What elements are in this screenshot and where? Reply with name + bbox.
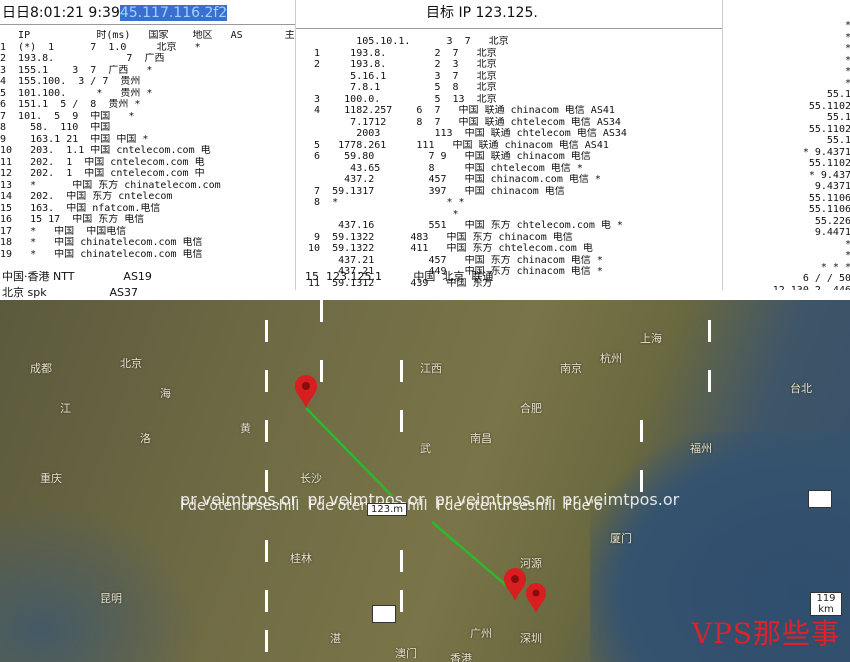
hop-row: * — [826, 43, 850, 54]
hop-row: 55.1 — [814, 135, 850, 146]
target-header: 日日8:01:21 9:3945.117.116.2f2 — [2, 2, 228, 22]
hop-row: 105.10.1. 3 7 北京 — [296, 36, 509, 47]
scale-label: 123.m — [367, 503, 408, 516]
hop-list-middle: 105.10.1. 3 7 北京 1 193.8. 2 7 北京 2 193.8… — [296, 36, 726, 290]
traceroute-window-middle: 目标 IP 123.125. 105.10.1. 3 7 北京 1 193.8.… — [295, 0, 726, 290]
hop-row: * — [820, 66, 850, 77]
hop-row: * — [820, 31, 850, 43]
hop-row: 17 * 中国 中国电信 — [0, 225, 127, 237]
hop-row: 1 193.8. 2 7 北京 — [296, 47, 497, 59]
hop-row: 15 163. 中国 nfatcom.电信 — [0, 202, 161, 214]
hop-row: * 9.4371 — [790, 146, 850, 158]
header-divider — [0, 24, 300, 25]
hop-row: 6 151.1 5 / 8 贵州 * — [0, 99, 141, 110]
hop-row: 6 59.80 7 9 中国 联通 chinacom 电信 — [296, 151, 591, 162]
hop-row: 43.65 8 中国 chtelecom 电信 * — [296, 162, 583, 174]
traceroute-window-left: 日日8:01:21 9:3945.117.116.2f2 IP 时(ms) 国家… — [0, 0, 300, 300]
asn-footer: 中国·香港 NTT AS19 北京 spk AS37 — [2, 270, 152, 299]
hop-list: IP 时(ms) 国家 地区 AS 主机 1 (*) 1 7 1.0 北京 * 2 … — [0, 30, 300, 260]
hop-row: 11 202. 1 中国 cntelecom.com 电 — [0, 156, 205, 168]
hop-row: 12 130.2 446 — [760, 284, 850, 291]
hop-row: 13 * 中国 东方 chinatelecom.com — [0, 179, 221, 191]
traceroute-window-right: * * * * * * 55.1 55.1102 55.1 55.1102 55… — [722, 0, 850, 290]
hop-row: 6 / / 50 — [790, 273, 850, 284]
hop-row: 5.16.1 3 7 北京 — [296, 70, 497, 82]
hop-row: 1 (*) 1 7 1.0 北京 * — [0, 41, 201, 53]
route-overlay — [295, 375, 546, 613]
hop-row: 3 155.1 3 7 广西 * — [0, 64, 153, 76]
hop-row: 55.1102 — [796, 123, 850, 135]
hop-row: * * * — [802, 261, 850, 273]
hop-row: 437.2 457 中国 chinacom.com 电信 * — [296, 174, 601, 185]
hop-row: 5 1778.261 111 中国 联通 chinacom 电信 AS41 — [296, 139, 609, 151]
hop-row: 9 163.1 21 中国 中国 * — [0, 133, 149, 145]
route-segment-2 — [431, 521, 515, 593]
route-segment-1 — [305, 407, 393, 497]
hop-row: * — [296, 208, 459, 220]
map-pin-icon[interactable] — [504, 568, 526, 601]
hop-row: * — [826, 250, 850, 261]
hop-row: * — [826, 54, 850, 66]
hop-row: 55.1106 — [796, 192, 850, 204]
hop-row: * 9.437 — [796, 169, 850, 181]
hop-row: 55.1 — [814, 89, 850, 100]
hop-row: 10 203. 1.1 中国 cntelecom.com 电 — [0, 145, 211, 156]
hop-row: 12 202. 1 中国 cntelecom.com 中 — [0, 168, 205, 179]
hop-row: 55.1106 — [796, 204, 850, 215]
hop-row: 2 193.8. 2 3 北京 — [296, 59, 497, 70]
route-map[interactable]: 北京海江洛武重庆 长沙 南昌 杭州 福州 广州 深圳 香港 桂林 昆明 澳门 台北黄湛河源 厦门 南京 合肥… — [0, 300, 850, 662]
hop-row: 7 101. 5 9 中国 * — [0, 110, 135, 122]
brand-watermark: VPS那些事 — [691, 617, 840, 650]
hop-row: 9.4371 — [802, 181, 850, 192]
hop-row: 7.8.1 5 8 北京 — [296, 82, 497, 93]
map-pin-icon[interactable] — [526, 583, 546, 613]
hop-row: 55.226 — [802, 215, 850, 227]
hop-row: 437.21 457 中国 东方 chinacom 电信 * — [296, 254, 603, 266]
hop-row: * — [826, 238, 850, 250]
hop-row: 2003 113 中国 联通 chtelecom 电信 AS34 — [296, 128, 627, 139]
header-divider-middle — [296, 28, 726, 29]
hop-row: 9.4471 — [802, 227, 850, 238]
map-pin-icon[interactable] — [295, 375, 317, 408]
hop-row: 10 59.1322 411 中国 东方 chtelecom.com 电 — [296, 243, 593, 254]
hop-row: 55.1 — [814, 112, 850, 123]
hop-row: 8 58. 110 中国 — [0, 122, 117, 133]
hop-row: 16 15 17 中国 东方 电信 — [0, 214, 145, 225]
hop-row: 12 * * — [296, 289, 726, 290]
hop-row: 4 1182.257 6 7 中国 联通 chinacom 电信 AS41 — [296, 105, 615, 116]
hop-row: 3 100.0. 5 13 北京 — [296, 93, 497, 105]
hop-row: 14 202. 中国 东方 cntelecom — [0, 191, 173, 202]
hop-row: 5 101.100. * 贵州 * — [0, 87, 153, 99]
hop-row: 7 59.1317 397 中国 chinacom 电信 — [296, 185, 565, 197]
hop-row: 9 59.1322 483 中国 东方 chinacom 电信 — [296, 231, 573, 243]
zoom-control-icon[interactable] — [808, 490, 832, 508]
hop-row: 55.1102 — [796, 158, 850, 169]
hop-row: * — [826, 77, 850, 89]
hop-row: 19 * 中国 chinatelecom.com 电信 — [0, 248, 203, 260]
hop-row: 18 * 中国 chinatelecom.com 电信 — [0, 237, 203, 248]
hop-row: 7.1712 8 7 中国 联通 chtelecom 电信 AS34 — [296, 116, 621, 128]
footer-middle: 15 123.125.1 中国 北京 联通 — [298, 270, 494, 283]
target-header-middle: 目标 IP 123.125. — [426, 5, 538, 21]
hop-row: 4 155.100. 3 / 7 贵州 — [0, 76, 141, 87]
hop-row: * — [826, 20, 850, 31]
hop-row: 2 193.8. 7 广西 — [0, 53, 165, 64]
hop-list-right: * * * * * * 55.1 55.1102 55.1 55.1102 55… — [723, 20, 850, 290]
map-control-icon[interactable] — [372, 605, 396, 623]
hop-row: IP 时(ms) 国家 地区 AS 主机 — [0, 30, 300, 41]
header-prefix: 日日8:01:21 9:39 — [2, 5, 120, 21]
hop-row: 437.16 551 中国 东方 chtelecom.com 电 * — [296, 220, 623, 231]
hop-row: 8 * * * — [296, 197, 465, 208]
target-ip-highlight[interactable]: 45.117.116.2f2 — [119, 5, 228, 21]
hop-row: 55.1102 — [796, 100, 850, 112]
